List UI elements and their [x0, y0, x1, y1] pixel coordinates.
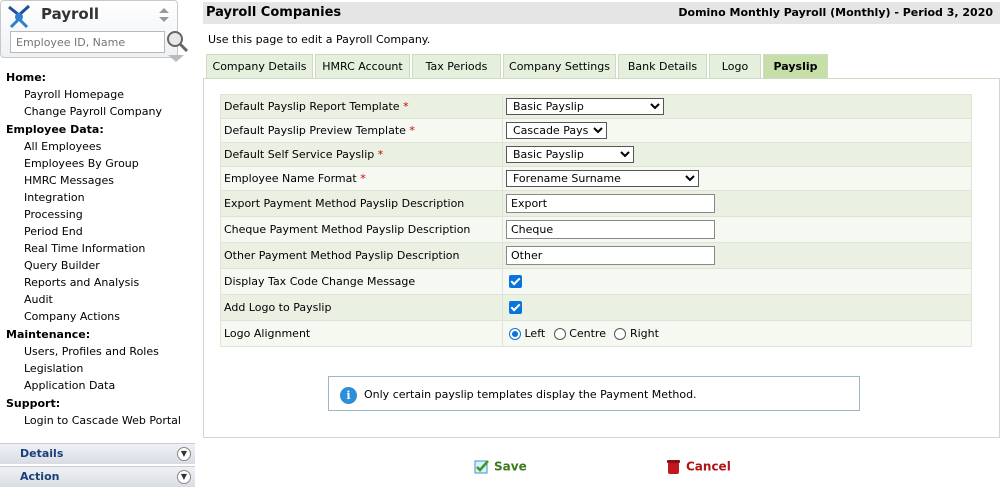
nav-item[interactable]: Integration: [0, 189, 198, 206]
details-label: Details: [20, 447, 64, 460]
logo-align-right-label: Right: [629, 327, 659, 341]
navigation-menu: Home: Payroll Homepage Change Payroll Comp…: [0, 68, 198, 429]
cancel-button[interactable]: Cancel: [665, 458, 731, 478]
logo-align-centre-radio[interactable]: [553, 327, 566, 340]
chevron-double-down-icon[interactable]: ▼: [177, 447, 191, 461]
search-icon[interactable]: [165, 29, 189, 53]
employee-search-input[interactable]: [10, 31, 165, 53]
nav-item[interactable]: Payroll Homepage: [0, 86, 198, 103]
nav-item[interactable]: Legislation: [0, 360, 198, 377]
nav-item[interactable]: Company Actions: [0, 308, 198, 325]
sidebar: Payroll Home: Payroll HomepageChange Payr…: [0, 0, 198, 492]
tab-hmrc-account[interactable]: HMRC Account: [315, 54, 410, 78]
report-template-label: Default Payslip Report Template *: [220, 94, 503, 119]
tax-code-msg-checkbox[interactable]: [509, 275, 522, 289]
tab-tax-periods[interactable]: Tax Periods: [412, 54, 501, 78]
report-template-select[interactable]: Basic Payslip: [506, 98, 664, 115]
logo-align-right-radio[interactable]: [614, 327, 627, 340]
export-desc-label: Export Payment Method Payslip Descriptio…: [220, 190, 503, 217]
chevron-double-down-icon[interactable]: ▼: [177, 470, 191, 484]
up-down-arrows-icon[interactable]: [157, 6, 171, 24]
nav-item[interactable]: Change Payroll Company: [0, 103, 198, 120]
details-panel-toggle[interactable]: Details ▼: [0, 443, 195, 464]
info-icon: i: [340, 387, 357, 404]
action-panel-toggle[interactable]: Action ▼: [0, 466, 195, 487]
cascade-logo-icon: [8, 4, 31, 29]
page-title: Payroll Companies: [206, 5, 342, 20]
cancel-bin-icon: [667, 460, 680, 474]
nav-heading: Support:: [6, 397, 61, 410]
tab-bank-details[interactable]: Bank Details: [618, 54, 707, 78]
nav-item[interactable]: Audit: [0, 291, 198, 308]
page-header: Payroll Companies Domino Monthly Payroll…: [203, 2, 1000, 24]
logo-alignment-label: Logo Alignment: [220, 320, 503, 347]
export-desc-input[interactable]: [506, 194, 715, 213]
nav-heading: Employee Data:: [6, 123, 104, 136]
save-label: Save: [494, 459, 527, 474]
nav-item[interactable]: Period End: [0, 223, 198, 240]
app-title: Payroll: [41, 5, 100, 23]
logo-align-left-radio[interactable]: [509, 327, 521, 340]
save-button[interactable]: Save: [473, 458, 527, 478]
nav-item[interactable]: Reports and Analysis: [0, 274, 198, 291]
preview-template-select[interactable]: Cascade Payslip: [506, 122, 607, 139]
tab-payslip[interactable]: Payslip: [763, 54, 828, 79]
nav-item[interactable]: Users, Profiles and Roles: [0, 343, 198, 360]
nav-item[interactable]: Login to Cascade Web Portal: [0, 412, 198, 429]
logo-align-centre-label: Centre: [569, 327, 606, 341]
nav-heading: Maintenance:: [6, 328, 91, 341]
nav-heading: Home:: [6, 71, 47, 84]
other-desc-input[interactable]: [506, 246, 715, 265]
payslip-settings-form: Default Payslip Report Template * Basic …: [220, 94, 972, 347]
name-format-label: Employee Name Format *: [220, 166, 503, 191]
info-text: Only certain payslip templates display t…: [364, 388, 697, 401]
self-service-select[interactable]: Basic Payslip: [506, 146, 634, 163]
add-logo-label: Add Logo to Payslip: [220, 294, 503, 321]
preview-template-label: Default Payslip Preview Template *: [220, 118, 503, 143]
cheque-desc-input[interactable]: [506, 220, 715, 239]
tax-code-msg-label: Display Tax Code Change Message: [220, 268, 503, 295]
action-label: Action: [20, 470, 60, 483]
app-switcher: Payroll: [0, 0, 189, 58]
nav-item[interactable]: Processing: [0, 206, 198, 223]
other-desc-label: Other Payment Method Payslip Description: [220, 242, 503, 269]
name-format-select[interactable]: Forename Surname: [506, 170, 699, 187]
tab-company-settings[interactable]: Company Settings: [503, 54, 616, 78]
logo-align-left-label: Left: [524, 327, 546, 341]
nav-item[interactable]: HMRC Messages: [0, 172, 198, 189]
tab-company-details[interactable]: Company Details: [206, 54, 313, 78]
nav-item[interactable]: Application Data: [0, 377, 198, 394]
save-check-icon: [474, 460, 489, 474]
nav-item[interactable]: Employees By Group: [0, 155, 198, 172]
page-intro: Use this page to edit a Payroll Company.: [208, 33, 431, 46]
tab-logo[interactable]: Logo: [709, 54, 761, 78]
self-service-label: Default Self Service Payslip *: [220, 142, 503, 167]
cheque-desc-label: Cheque Payment Method Payslip Descriptio…: [220, 216, 503, 243]
dropdown-pointer-icon: [168, 55, 184, 62]
info-message: i Only certain payslip templates display…: [328, 376, 860, 411]
nav-item[interactable]: Real Time Information: [0, 240, 198, 257]
nav-item[interactable]: All Employees: [0, 138, 198, 155]
payroll-context: Domino Monthly Payroll (Monthly) - Perio…: [678, 6, 993, 19]
add-logo-checkbox[interactable]: [509, 301, 522, 315]
cancel-label: Cancel: [686, 459, 731, 474]
nav-item[interactable]: Query Builder: [0, 257, 198, 274]
